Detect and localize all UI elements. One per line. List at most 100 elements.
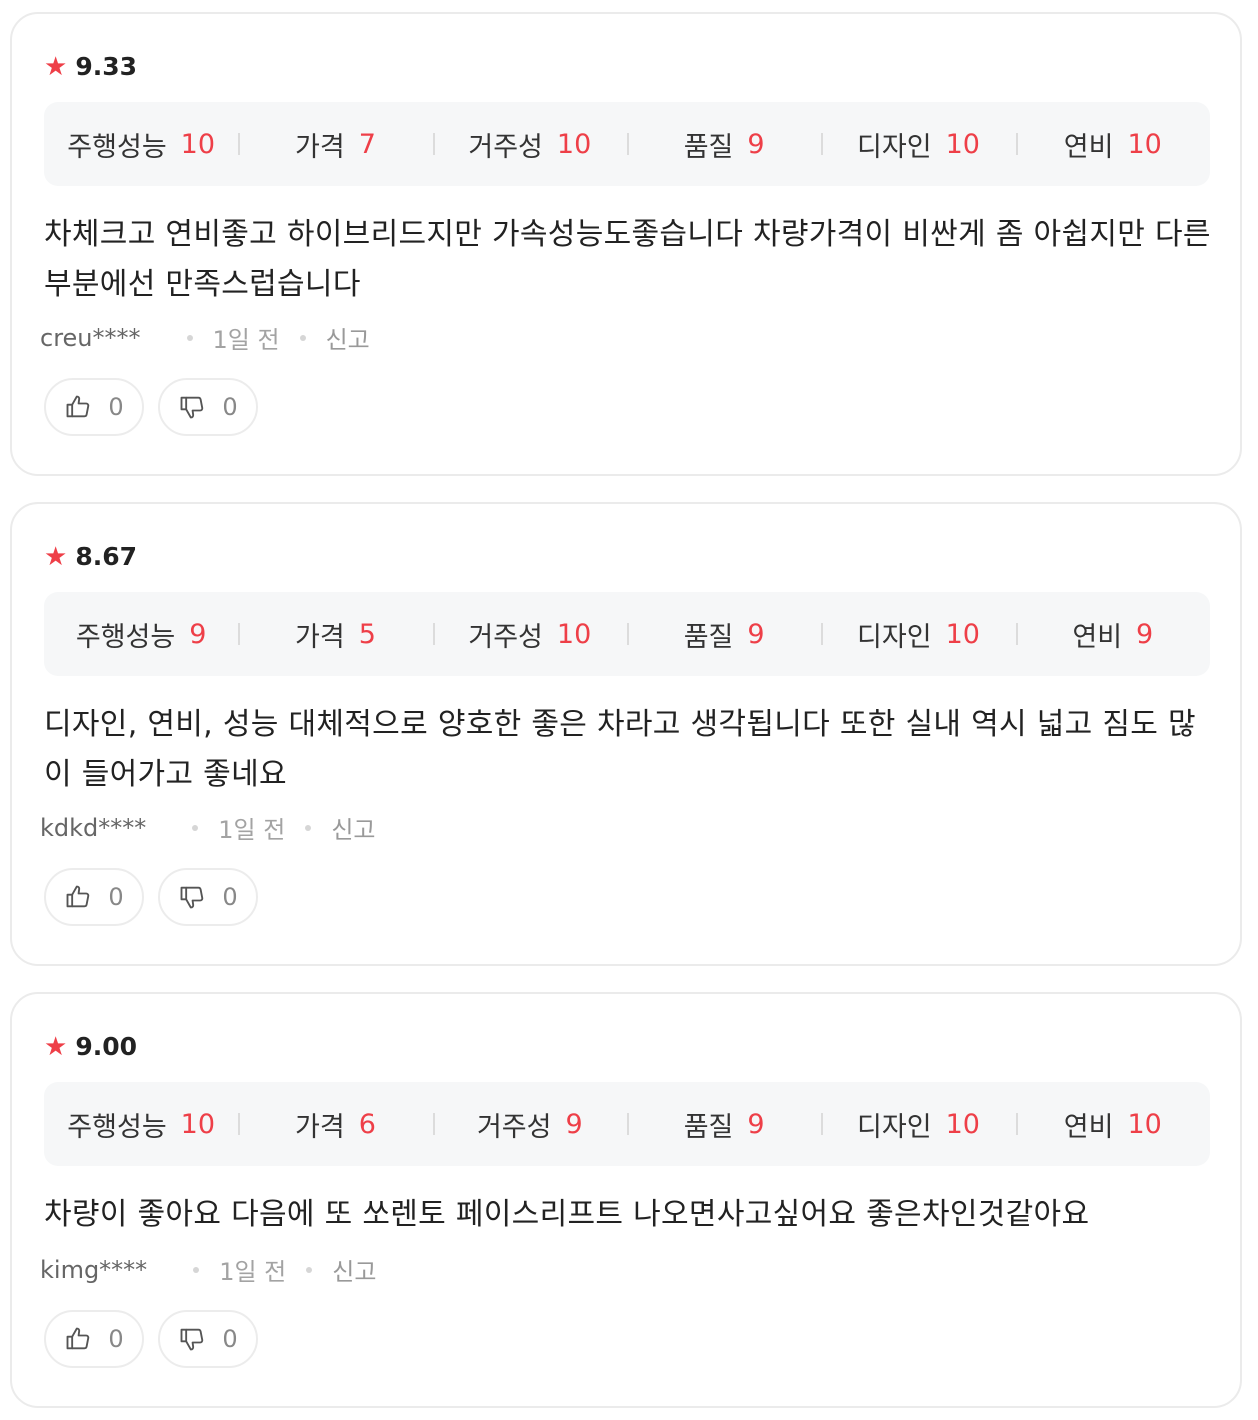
score-value: 10 <box>945 1108 980 1140</box>
review-meta: creu**** 1일 전 신고 <box>40 320 370 355</box>
review-rating: ★ 9.00 <box>44 1032 137 1061</box>
thumbs-up-icon <box>64 883 92 911</box>
like-count: 0 <box>108 1325 124 1353</box>
score-label: 연비 <box>1063 1111 1114 1143</box>
score-value: 7 <box>358 128 376 160</box>
score-value: 10 <box>180 128 216 160</box>
score-value: 9 <box>747 1108 765 1140</box>
score-label: 품질 <box>683 131 734 163</box>
score-item-driving: 주행성능 10 <box>44 1105 238 1144</box>
review-time: 1일 전 <box>212 326 280 354</box>
like-button[interactable]: 0 <box>44 1310 144 1368</box>
vote-buttons: 0 0 <box>44 868 258 926</box>
score-value: 6 <box>358 1108 376 1140</box>
score-value: 10 <box>1127 1108 1162 1140</box>
thumbs-down-icon <box>178 883 206 911</box>
separator-dot <box>305 824 312 831</box>
score-value: 9 <box>189 618 207 650</box>
score-value: 10 <box>945 128 980 160</box>
score-item-price: 가격 5 <box>238 615 432 654</box>
score-item-quality: 품질 9 <box>626 1105 821 1144</box>
score-value: 5 <box>358 618 376 650</box>
score-value: 10 <box>556 618 592 650</box>
report-link[interactable]: 신고 <box>332 1252 376 1287</box>
score-label: 디자인 <box>857 621 932 653</box>
thumbs-up-icon <box>64 1325 92 1353</box>
score-item-fuel: 연비 10 <box>1015 1105 1210 1144</box>
vote-buttons: 0 0 <box>44 378 258 436</box>
like-count: 0 <box>108 393 124 421</box>
score-value: 9 <box>1136 618 1154 650</box>
review-meta: kimg**** 1일 전 신고 <box>40 1252 376 1287</box>
separator-dot <box>299 334 306 341</box>
star-icon: ★ <box>44 1031 68 1062</box>
like-count: 0 <box>108 883 124 911</box>
score-item-driving: 주행성능 9 <box>44 615 238 654</box>
review-time: 1일 전 <box>219 1258 287 1286</box>
score-item-driving: 주행성능 10 <box>44 125 238 164</box>
score-label: 품질 <box>683 1111 734 1143</box>
rating-value: 9.33 <box>75 52 137 81</box>
score-item-fuel: 연비 9 <box>1015 615 1210 654</box>
dislike-count: 0 <box>222 883 238 911</box>
score-label: 주행성능 <box>75 621 176 653</box>
review-card: ★ 8.67 주행성능 9 가격 5 거주성 10 품질 9 디자인 10 연비 9 디자인… <box>10 502 1242 966</box>
score-value: 9 <box>747 128 765 160</box>
like-button[interactable]: 0 <box>44 868 144 926</box>
score-breakdown: 주행성능 9 가격 5 거주성 10 품질 9 디자인 10 연비 9 <box>44 592 1210 676</box>
score-label: 거주성 <box>476 1111 552 1143</box>
score-value: 10 <box>945 618 980 650</box>
dislike-button[interactable]: 0 <box>158 868 258 926</box>
score-label: 주행성능 <box>67 131 167 163</box>
score-item-comfort: 거주성 9 <box>432 1105 627 1144</box>
score-label: 디자인 <box>857 1111 932 1143</box>
score-breakdown: 주행성능 10 가격 6 거주성 9 품질 9 디자인 10 연비 10 <box>44 1082 1210 1166</box>
rating-value: 8.67 <box>75 542 137 571</box>
score-item-design: 디자인 10 <box>821 615 1015 654</box>
like-button[interactable]: 0 <box>44 378 144 436</box>
thumbs-down-icon <box>178 393 206 421</box>
dislike-button[interactable]: 0 <box>158 378 258 436</box>
star-icon: ★ <box>44 541 68 572</box>
score-label: 품질 <box>683 621 734 653</box>
separator-dot <box>192 824 199 831</box>
thumbs-up-icon <box>64 393 92 421</box>
report-link[interactable]: 신고 <box>326 320 370 355</box>
score-label: 거주성 <box>468 131 543 163</box>
score-label: 거주성 <box>468 621 543 653</box>
score-value: 9 <box>565 1108 583 1140</box>
score-item-comfort: 거주성 10 <box>432 615 627 654</box>
rating-value: 9.00 <box>75 1032 137 1061</box>
dislike-button[interactable]: 0 <box>158 1310 258 1368</box>
score-item-quality: 품질 9 <box>626 615 821 654</box>
score-item-comfort: 거주성 10 <box>432 125 627 164</box>
score-breakdown: 주행성능 10 가격 7 거주성 10 품질 9 디자인 10 연비 10 <box>44 102 1210 186</box>
review-text: 차체크고 연비좋고 하이브리드지만 가속성능도좋습니다 차량가격이 비싼게 좀 … <box>44 217 1211 302</box>
thumbs-down-icon <box>178 1325 206 1353</box>
score-item-price: 가격 6 <box>238 1105 432 1144</box>
review-card: ★ 9.00 주행성능 10 가격 6 거주성 9 품질 9 디자인 10 연비 10 차량… <box>10 992 1242 1408</box>
score-item-design: 디자인 10 <box>821 1105 1015 1144</box>
separator-dot <box>306 1266 313 1273</box>
score-value: 10 <box>180 1108 216 1140</box>
score-label: 연비 <box>1063 131 1114 163</box>
score-item-price: 가격 7 <box>238 125 432 164</box>
separator-dot <box>193 1266 200 1273</box>
score-value: 10 <box>1127 128 1162 160</box>
score-value: 9 <box>747 618 765 650</box>
review-text: 차량이 좋아요 다음에 또 쏘렌토 페이스리프트 나오면사고싶어요 좋은차인것같… <box>44 1197 1090 1232</box>
score-item-fuel: 연비 10 <box>1015 125 1210 164</box>
author-name: creu**** <box>40 323 141 352</box>
review-rating: ★ 9.33 <box>44 52 137 81</box>
review-rating: ★ 8.67 <box>44 542 137 571</box>
score-label: 가격 <box>295 131 345 163</box>
review-meta: kdkd**** 1일 전 신고 <box>40 810 376 845</box>
score-item-design: 디자인 10 <box>821 125 1015 164</box>
review-card: ★ 9.33 주행성능 10 가격 7 거주성 10 품질 9 디자인 10 연비 10 차… <box>10 12 1242 476</box>
author-name: kimg**** <box>40 1255 148 1284</box>
author-name: kdkd**** <box>40 813 147 842</box>
score-label: 디자인 <box>857 131 932 163</box>
review-time: 1일 전 <box>218 816 286 844</box>
separator-dot <box>186 334 193 341</box>
report-link[interactable]: 신고 <box>331 810 375 845</box>
